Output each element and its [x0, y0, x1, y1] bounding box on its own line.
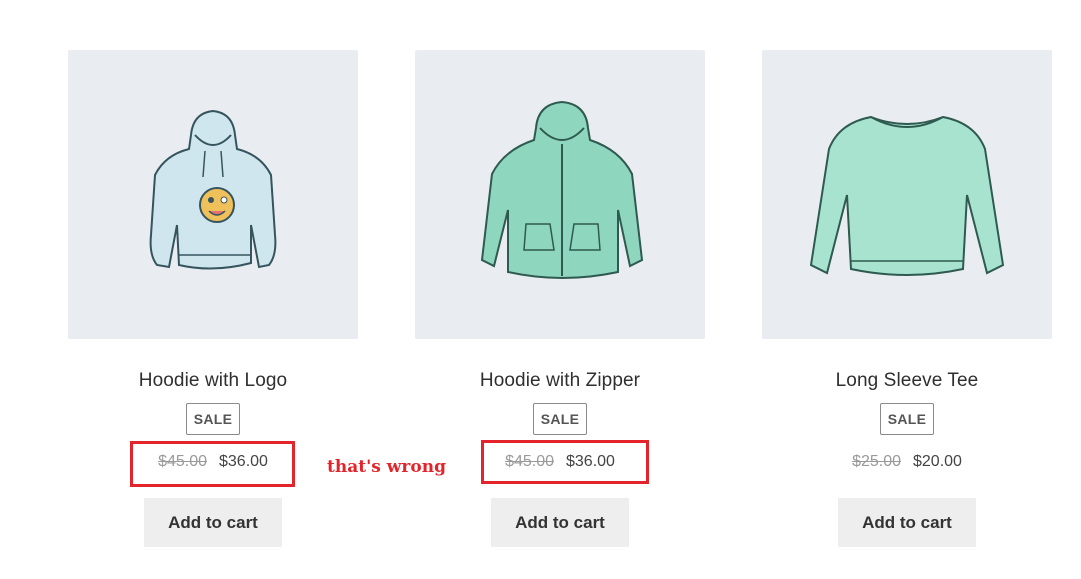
product-image[interactable] — [68, 50, 358, 339]
product-card: Long Sleeve Tee SALE $25.00 $20.00 Add to… — [762, 50, 1052, 547]
old-price: $25.00 — [852, 453, 901, 470]
product-title[interactable]: Hoodie with Zipper — [415, 369, 705, 393]
sale-badge: SALE — [185, 403, 241, 435]
sale-badge: SALE — [879, 403, 935, 435]
product-title[interactable]: Long Sleeve Tee — [762, 369, 1052, 393]
add-to-cart-button[interactable]: Add to cart — [491, 498, 629, 547]
product-image[interactable] — [762, 50, 1052, 339]
hoodie-with-logo-image — [149, 109, 277, 270]
add-to-cart-button[interactable]: Add to cart — [838, 498, 976, 547]
sale-badge: SALE — [532, 403, 588, 435]
product-image[interactable] — [415, 50, 705, 339]
sale-price: $20.00 — [913, 453, 962, 470]
price-highlight-box — [130, 441, 295, 487]
annotation-note: that's wrong — [327, 457, 446, 477]
product-title[interactable]: Hoodie with Logo — [68, 369, 358, 393]
price-highlight-box — [481, 440, 649, 484]
price: $25.00 $20.00 — [762, 452, 1052, 472]
hoodie-with-zipper-image — [480, 100, 644, 279]
add-to-cart-button[interactable]: Add to cart — [144, 498, 282, 547]
long-sleeve-tee-image — [809, 115, 1005, 276]
